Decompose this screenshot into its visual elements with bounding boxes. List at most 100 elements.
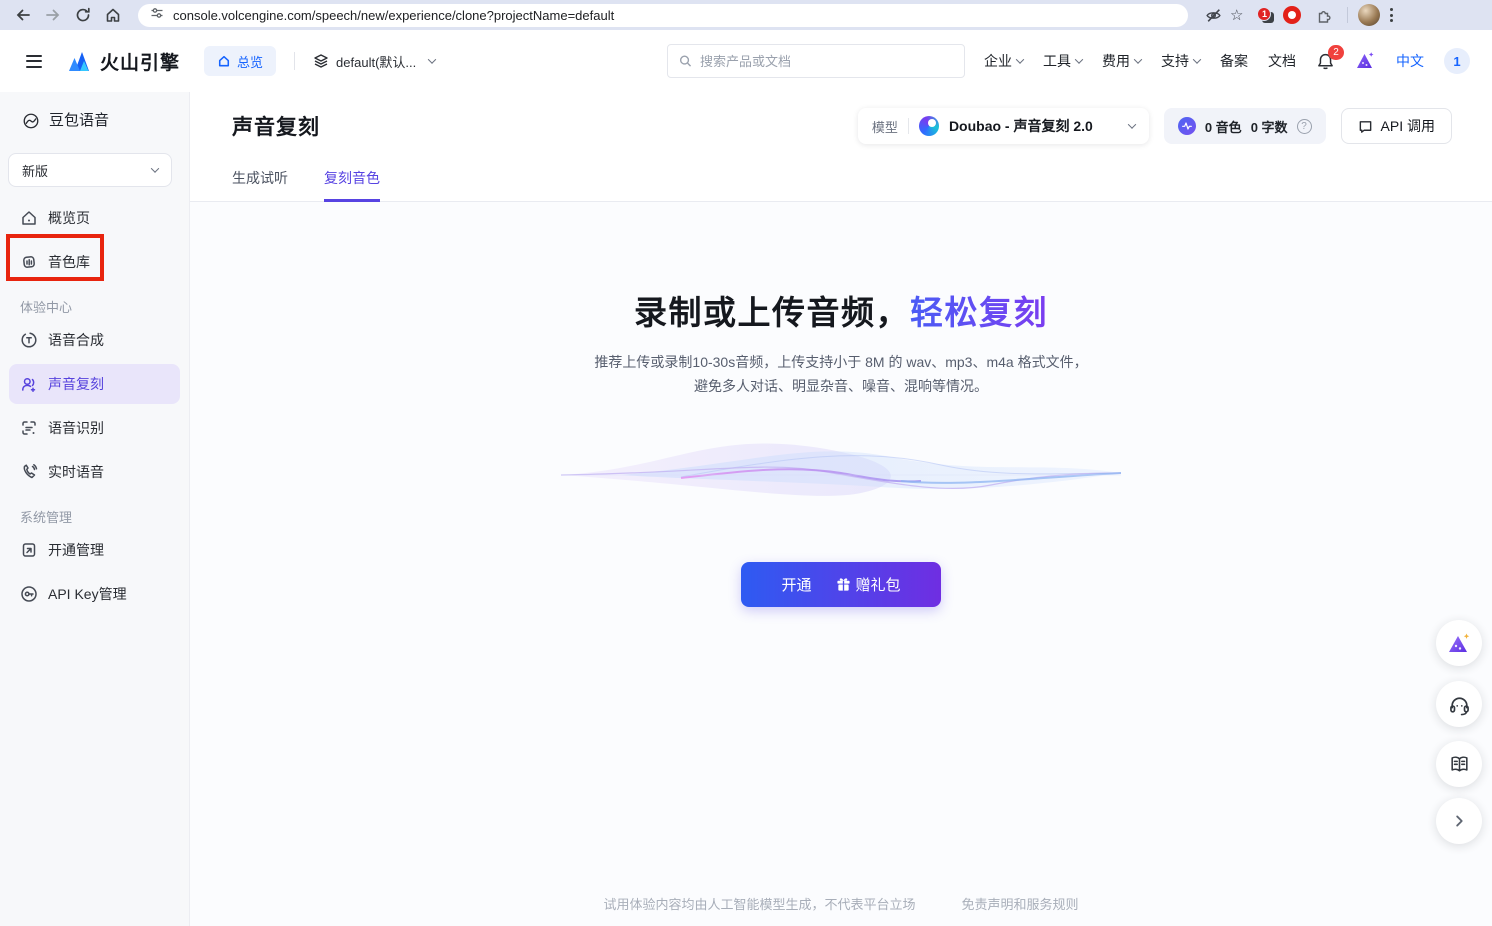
footer-disclaimer: 试用体验内容均由人工智能模型生成，不代表平台立场 <box>603 894 915 913</box>
api-chat-icon <box>1358 119 1373 134</box>
gift-pack-label: 赠礼包 <box>856 574 901 595</box>
activation-doc-icon <box>20 541 38 559</box>
sidebar-item-api-key[interactable]: API Key管理 <box>9 574 180 614</box>
speech-synthesis-icon <box>20 331 38 349</box>
console-topnav: 火山引擎 总览 default(默认... 企业 工具 费用 支持 备案 文档 … <box>0 30 1492 92</box>
tab-bar: 生成试听 复刻音色 <box>232 168 380 202</box>
float-docs-button[interactable] <box>1436 741 1482 787</box>
address-bar[interactable]: console.volcengine.com/speech/new/experi… <box>138 4 1188 27</box>
browser-toolbar: console.volcengine.com/speech/new/experi… <box>0 0 1492 30</box>
hamburger-menu-icon[interactable] <box>22 51 46 72</box>
chevron-down-icon <box>1128 120 1136 128</box>
sidebar-item-overview[interactable]: 概览页 <box>9 198 180 238</box>
chevron-down-icon <box>428 55 436 63</box>
account-avatar[interactable]: 1 <box>1444 48 1470 74</box>
footer-links[interactable]: 免责声明和服务规则 <box>962 894 1079 913</box>
page-header: 声音复刻 模型 Doubao - 声音复刻 2.0 0 音色 0 字数 ? <box>190 92 1492 202</box>
link-beian[interactable]: 备案 <box>1220 51 1248 71</box>
voice-library-icon <box>20 253 38 271</box>
global-search[interactable] <box>667 44 965 78</box>
waveform-graphic <box>561 423 1121 528</box>
sidebar-item-activation[interactable]: 开通管理 <box>9 530 180 570</box>
bookmark-star-icon[interactable]: ☆ <box>1230 8 1243 23</box>
model-label: 模型 <box>872 117 898 136</box>
quota-badge: 0 音色 0 字数 ? <box>1164 108 1326 144</box>
menu-enterprise[interactable]: 企业 <box>984 51 1023 71</box>
hero-title: 录制或上传音频，轻松复刻 <box>634 286 1048 334</box>
chevron-down-icon <box>1075 55 1083 63</box>
float-collapse-button[interactable] <box>1436 798 1482 844</box>
speech-recognition-icon <box>20 419 38 437</box>
menu-support[interactable]: 支持 <box>1161 51 1200 71</box>
sidebar: 豆包语音 新版 概览页 音色库 体验中心 语音合成 <box>0 92 190 926</box>
sidebar-item-tts[interactable]: 语音合成 <box>9 320 180 360</box>
quota-voices: 0 音色 <box>1205 117 1242 136</box>
open-book-icon <box>1448 753 1471 776</box>
tab-clone-voice[interactable]: 复刻音色 <box>324 168 380 202</box>
search-icon <box>679 54 692 68</box>
sidebar-item-voice-clone[interactable]: 声音复刻 <box>9 364 180 404</box>
ai-assistant-icon[interactable] <box>1355 50 1376 73</box>
gift-icon <box>836 577 851 592</box>
version-select[interactable]: 新版 <box>8 153 172 187</box>
ai-mountain-icon <box>1446 631 1472 655</box>
sidebar-item-voice-library[interactable]: 音色库 <box>9 242 180 282</box>
chevron-down-icon <box>151 164 159 172</box>
sidebar-product-title: 豆包语音 <box>22 109 189 130</box>
site-info-icon[interactable] <box>150 6 164 25</box>
search-input[interactable] <box>700 54 953 69</box>
voice-clone-icon <box>20 375 38 393</box>
headset-icon <box>1448 693 1471 716</box>
api-key-icon <box>20 585 38 603</box>
url-text[interactable]: console.volcengine.com/speech/new/experi… <box>173 8 614 23</box>
hero-title-accent: 轻松复刻 <box>910 294 1048 331</box>
browser-home-icon[interactable] <box>100 2 126 28</box>
doubao-model-icon <box>919 116 939 136</box>
quota-chars: 0 字数 <box>1251 117 1288 136</box>
notification-badge: 2 <box>1328 45 1344 60</box>
api-call-button[interactable]: API 调用 <box>1341 108 1452 144</box>
chevron-down-icon <box>1134 55 1142 63</box>
hero-description: 推荐上传或录制10-30s音频，上传支持小于 8M 的 wav、mp3、m4a … <box>594 351 1087 399</box>
language-switcher[interactable]: 中文 <box>1396 51 1424 71</box>
browser-reload-icon[interactable] <box>70 2 96 28</box>
doubao-voice-icon <box>22 111 40 129</box>
volcengine-logo[interactable]: 火山引擎 <box>66 48 180 75</box>
extensions-puzzle-icon[interactable] <box>1311 2 1337 28</box>
brand-text: 火山引擎 <box>100 48 180 75</box>
link-docs[interactable]: 文档 <box>1268 51 1296 71</box>
activate-gift-button[interactable]: 开通 赠礼包 <box>741 562 941 607</box>
layers-icon <box>313 53 329 69</box>
model-value: Doubao - 声音复刻 2.0 <box>949 116 1093 136</box>
browser-menu-icon[interactable] <box>1384 8 1399 22</box>
chevron-right-icon <box>1449 811 1469 831</box>
home-icon <box>217 54 231 68</box>
password-hidden-eye-icon[interactable] <box>1200 2 1226 28</box>
menu-tools[interactable]: 工具 <box>1043 51 1082 71</box>
sidebar-item-asr[interactable]: 语音识别 <box>9 408 180 448</box>
float-support-button[interactable] <box>1436 681 1482 727</box>
help-icon[interactable]: ? <box>1297 119 1312 134</box>
page-title: 声音复刻 <box>232 111 320 141</box>
model-selector[interactable]: 模型 Doubao - 声音复刻 2.0 <box>858 108 1149 144</box>
activate-label: 开通 <box>781 574 811 595</box>
sidebar-section-system: 系统管理 <box>20 507 189 526</box>
home-icon <box>20 209 38 227</box>
realtime-voice-icon <box>20 463 38 481</box>
float-ai-assistant-button[interactable] <box>1436 620 1482 666</box>
quota-wave-icon <box>1178 117 1196 135</box>
tab-generate-audition[interactable]: 生成试听 <box>232 168 288 202</box>
browser-forward-icon[interactable] <box>40 2 66 28</box>
chevron-down-icon <box>1016 55 1024 63</box>
project-selector[interactable]: default(默认... <box>313 52 435 71</box>
page-footer: 试用体验内容均由人工智能模型生成，不代表平台立场 免责声明和服务规则 <box>603 894 1078 913</box>
sidebar-item-realtime[interactable]: 实时语音 <box>9 452 180 492</box>
notifications-button[interactable]: 2 <box>1316 52 1335 71</box>
overview-button[interactable]: 总览 <box>204 46 276 76</box>
volcengine-logo-icon <box>66 49 93 73</box>
browser-profile-avatar[interactable] <box>1358 4 1380 26</box>
extension-icon-red[interactable] <box>1283 6 1301 24</box>
chevron-down-icon <box>1193 55 1201 63</box>
browser-back-icon[interactable] <box>10 2 36 28</box>
menu-billing[interactable]: 费用 <box>1102 51 1141 71</box>
